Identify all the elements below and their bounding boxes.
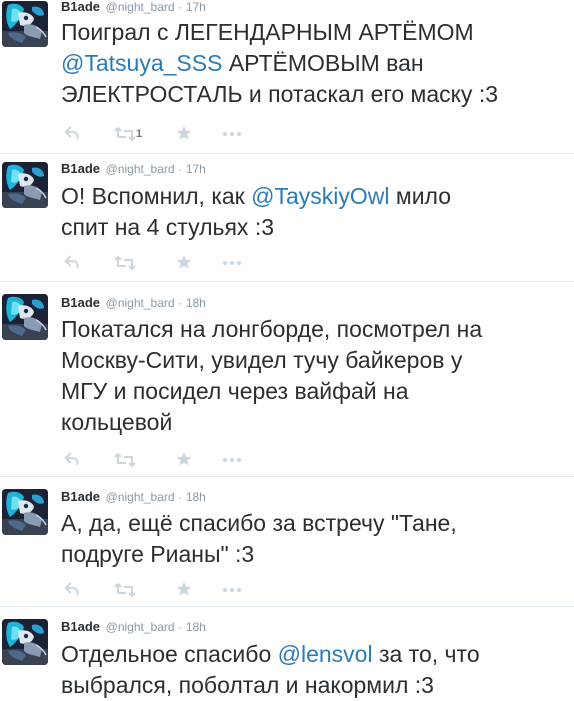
tweet-text-line: кольцевой xyxy=(61,409,173,435)
tweet-header: B1ade @night_bard · 17h xyxy=(61,160,206,178)
avatar[interactable] xyxy=(2,162,48,208)
reply-icon[interactable] xyxy=(63,124,81,144)
tweet-text-segment: мило xyxy=(389,183,452,209)
tweet[interactable]: B1ade @night_bard · 18h Покатался на лон… xyxy=(0,282,574,477)
tweet-text-segment: АРТЁМОВЫМ ван xyxy=(222,50,424,76)
more-icon[interactable] xyxy=(221,124,243,144)
mention-link[interactable]: @lensvol xyxy=(278,641,373,667)
mention-link[interactable]: @Tatsuya_SSS xyxy=(61,50,222,76)
tweet-text-segment: Отдельное спасибо xyxy=(61,641,278,667)
user-handle[interactable]: @night_bard xyxy=(106,0,175,14)
separator: · xyxy=(178,0,183,14)
favorite-icon[interactable] xyxy=(175,450,193,470)
more-icon[interactable] xyxy=(221,253,243,273)
avatar[interactable] xyxy=(2,619,48,665)
tweet-text-segment: за то, что xyxy=(372,641,480,667)
tweet-header: B1ade @night_bard · 18h xyxy=(61,618,206,636)
tweet-header: B1ade @night_bard · 18h xyxy=(61,488,206,506)
favorite-icon[interactable] xyxy=(175,124,193,144)
timestamp[interactable]: 17h xyxy=(186,0,206,14)
tweet-text-line: Москву-Сити, увидел тучу байкеров у xyxy=(61,347,463,373)
tweet[interactable]: B1ade @night_bard · 18h Отдельное спасиб… xyxy=(0,607,574,699)
reply-icon[interactable] xyxy=(63,253,81,273)
more-icon[interactable] xyxy=(221,450,243,470)
separator: · xyxy=(178,162,183,176)
user-name[interactable]: B1ade xyxy=(61,489,100,504)
user-name[interactable]: B1ade xyxy=(61,295,100,310)
avatar[interactable] xyxy=(2,1,48,47)
tweet-text: А, да, ещё спасибо за встречу "Тане, под… xyxy=(61,508,566,570)
retweet-icon[interactable] xyxy=(114,450,136,470)
retweet-icon[interactable] xyxy=(114,253,136,273)
separator: · xyxy=(178,296,183,310)
avatar[interactable] xyxy=(2,489,48,535)
tweet[interactable]: B1ade @night_bard · 17h О! Вспомнил, как… xyxy=(0,154,574,282)
reply-icon[interactable] xyxy=(63,580,81,600)
user-handle[interactable]: @night_bard xyxy=(106,162,175,176)
timestamp[interactable]: 17h xyxy=(186,162,206,176)
separator: · xyxy=(178,490,183,504)
more-icon[interactable] xyxy=(221,580,243,600)
favorite-icon[interactable] xyxy=(175,253,193,273)
retweet-count: 1 xyxy=(136,128,143,140)
tweet-text-line: А, да, ещё спасибо за встречу "Тане, xyxy=(61,510,457,536)
tweet-text: О! Вспомнил, как @TayskiyOwl мило спит н… xyxy=(61,181,566,243)
favorite-icon[interactable] xyxy=(175,580,193,600)
mention-link[interactable]: @TayskiyOwl xyxy=(251,183,389,209)
user-name[interactable]: B1ade xyxy=(61,161,100,176)
retweet-icon[interactable]: 1 xyxy=(114,124,142,144)
tweet-text-line: ЭЛЕКТРОСТАЛЬ и потаскал его маску :3 xyxy=(61,81,498,107)
tweet-text-segment: О! Вспомнил, как xyxy=(61,183,252,209)
timestamp[interactable]: 18h xyxy=(186,296,206,310)
tweet-text-line: О! Вспомнил, как @TayskiyOwl мило xyxy=(61,181,566,212)
tweet-header: B1ade @night_bard · 18h xyxy=(61,294,206,312)
tweet-text: Отдельное спасибо @lensvol за то, что вы… xyxy=(61,639,566,701)
user-handle[interactable]: @night_bard xyxy=(106,490,175,504)
avatar[interactable] xyxy=(2,294,48,340)
user-handle[interactable]: @night_bard xyxy=(106,296,175,310)
tweet-text-line: Отдельное спасибо @lensvol за то, что xyxy=(61,639,566,670)
tweet-text: Покатался на лонгборде, посмотрел на Мос… xyxy=(61,314,566,438)
tweet-text-line: @Tatsuya_SSS АРТЁМОВЫМ ван xyxy=(61,48,566,79)
tweet-text-line: выбрался, поболтал и накормил :3 xyxy=(61,672,434,698)
tweet-text-line: Покатался на лонгборде, посмотрел на xyxy=(61,316,483,342)
separator: · xyxy=(178,620,183,634)
tweet[interactable]: B1ade @night_bard · 17h Поиграл с ЛЕГЕНД… xyxy=(0,0,574,154)
timestamp[interactable]: 18h xyxy=(186,490,206,504)
tweet[interactable]: B1ade @night_bard · 18h А, да, ещё спаси… xyxy=(0,477,574,607)
timestamp[interactable]: 18h xyxy=(186,620,206,634)
user-handle[interactable]: @night_bard xyxy=(106,620,175,634)
retweet-icon[interactable] xyxy=(114,580,136,600)
user-name[interactable]: B1ade xyxy=(61,619,100,634)
tweet-header: B1ade @night_bard · 17h xyxy=(61,0,206,16)
tweet-text: Поиграл с ЛЕГЕНДАРНЫМ АРТЁМОМ @Tatsuya_S… xyxy=(61,17,566,110)
tweet-text-line: Поиграл с ЛЕГЕНДАРНЫМ АРТЁМОМ xyxy=(61,19,474,45)
tweet-text-line: МГУ и посидел через вайфай на xyxy=(61,378,409,404)
tweet-text-line: подруге Рианы" :3 xyxy=(61,541,255,567)
reply-icon[interactable] xyxy=(63,450,81,470)
user-name[interactable]: B1ade xyxy=(61,0,100,14)
tweet-text-line: спит на 4 стульях :3 xyxy=(61,214,275,240)
